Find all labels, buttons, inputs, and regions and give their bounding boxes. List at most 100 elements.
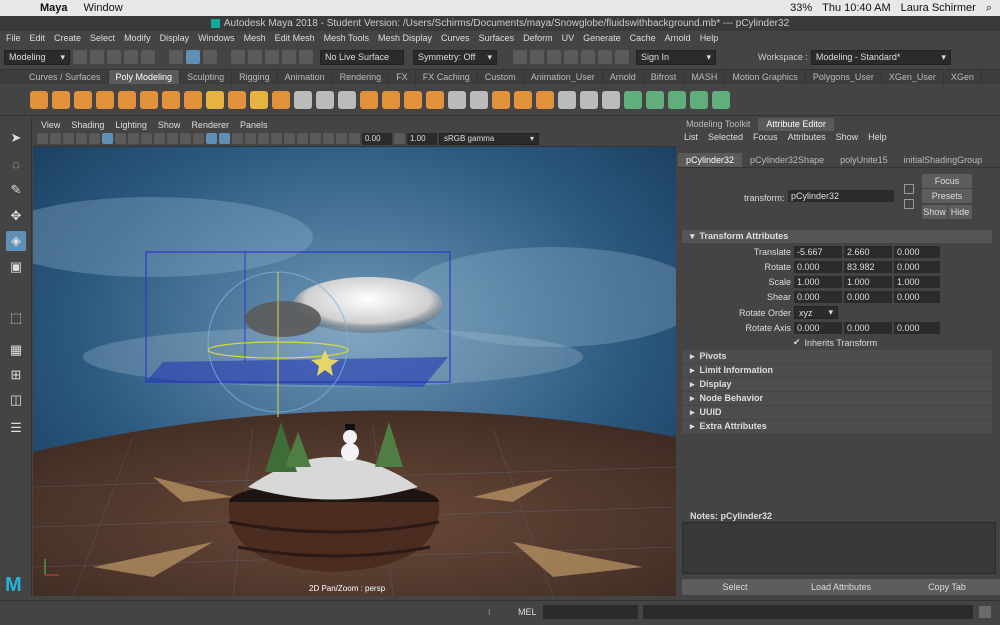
select-button[interactable]: Select [682,579,788,595]
snap-grid-icon[interactable] [231,50,245,64]
section-limit-information[interactable]: ▸ Limit Information [682,364,992,377]
shelf-tab-xgen[interactable]: XGen [944,70,982,84]
shelf-tab-poly-modeling[interactable]: Poly Modeling [108,70,181,84]
script-editor-button-icon[interactable] [979,606,991,618]
snap-surface-icon[interactable] [299,50,313,64]
menu-mesh[interactable]: Mesh [244,33,266,43]
section-display[interactable]: ▸ Display [682,378,992,391]
scale-x[interactable]: 1.000 [794,276,842,288]
node-tab-shading-group[interactable]: initialShadingGroup [896,153,991,167]
copy-tab-button[interactable]: Copy Tab [894,579,1000,595]
snowman[interactable] [341,443,359,461]
battery-percent[interactable]: 33% [790,2,812,14]
exposure-field[interactable]: 0.00 [362,132,392,145]
grease-pencil-icon[interactable] [102,133,113,144]
section-uuid[interactable]: ▸ UUID [682,406,992,419]
boolean-icon[interactable] [360,90,378,109]
rotate-x[interactable]: 0.000 [794,261,842,273]
combine-icon[interactable] [294,90,312,109]
grid-icon[interactable] [115,133,126,144]
smooth-shade-icon[interactable] [206,133,217,144]
lasso-tool-icon[interactable]: ◌ [6,154,26,174]
exposure-icon[interactable] [349,133,360,144]
node-tab-polyunite[interactable]: polyUnite15 [832,153,896,167]
search-icon[interactable]: ⌕ [986,2,992,15]
safe-action-icon[interactable] [180,133,191,144]
rotate-y[interactable]: 83.982 [844,261,892,273]
clock[interactable]: Thu 10:40 AM [822,2,891,14]
shadows-icon[interactable] [245,133,256,144]
scale-z[interactable]: 1.000 [894,276,940,288]
shelf-tab-xgen-user[interactable]: XGen_User [882,70,944,84]
select-tool-icon[interactable]: ➤ [6,128,26,148]
shelf-tab-polygons-user[interactable]: Polygons_User [806,70,882,84]
notes-textarea[interactable] [682,522,996,574]
menu-surfaces[interactable]: Surfaces [479,33,515,43]
uv-auto-icon[interactable] [690,90,708,109]
ao-icon[interactable] [258,133,269,144]
image-plane-icon[interactable] [76,133,87,144]
menu-mesh-tools[interactable]: Mesh Tools [324,33,369,43]
menu-list[interactable]: List [684,131,698,144]
shear-z[interactable]: 0.000 [894,291,940,303]
bookmark-icon[interactable] [63,133,74,144]
node-tab-shape[interactable]: pCylinder32Shape [742,153,832,167]
uv-cylindrical-icon[interactable] [646,90,664,109]
app-menu[interactable]: Maya [40,2,68,14]
render-view-icon[interactable] [581,50,595,64]
backface-icon[interactable] [336,133,347,144]
presets-button[interactable]: Presets [922,189,972,203]
translate-z[interactable]: 0.000 [894,246,940,258]
transform-name-field[interactable]: pCylinder32 [788,190,894,202]
presets-icon[interactable] [904,199,914,209]
new-scene-icon[interactable] [73,50,87,64]
command-input[interactable] [543,605,638,619]
menu-uv[interactable]: UV [562,33,575,43]
menu-edit[interactable]: Edit [30,33,46,43]
xray-icon[interactable] [310,133,321,144]
shelf-tab-arnold[interactable]: Arnold [603,70,644,84]
tab-attribute-editor[interactable]: Attribute Editor [758,118,834,131]
poly-disc-icon[interactable] [162,90,180,109]
section-node-behavior[interactable]: ▸ Node Behavior [682,392,992,405]
textured-icon[interactable] [219,133,230,144]
wireframe-icon[interactable] [193,133,204,144]
poly-cylinder-icon[interactable] [74,90,92,109]
snap-curve-icon[interactable] [248,50,262,64]
rotate-order-dropdown[interactable]: xyz ▾ [794,306,838,319]
gate-mask-icon[interactable] [154,133,165,144]
shelf-tab-fx-caching[interactable]: FX Caching [416,70,478,84]
extrude-icon[interactable] [382,90,400,109]
single-view-icon[interactable]: ▦ [6,340,26,360]
menu-attributes[interactable]: Attributes [788,131,826,144]
bake-icon[interactable] [615,50,629,64]
multi-cut-icon[interactable] [558,90,576,109]
menu-cache[interactable]: Cache [630,33,656,43]
menu-show[interactable]: Show [836,131,859,144]
edge-loop-icon[interactable] [580,90,598,109]
menu-create[interactable]: Create [54,33,81,43]
shelf-tab-rigging[interactable]: Rigging [232,70,278,84]
viewport-3d-scene[interactable]: 2D Pan/Zoom : persp [33,147,676,596]
render-settings-icon[interactable] [547,50,561,64]
save-scene-icon[interactable] [107,50,121,64]
menu-windows[interactable]: Windows [198,33,235,43]
menu-select[interactable]: Select [90,33,115,43]
menu-display[interactable]: Display [160,33,190,43]
rotate-z[interactable]: 0.000 [894,261,940,273]
uv-editor-icon[interactable] [712,90,730,109]
use-lights-icon[interactable] [232,133,243,144]
open-scene-icon[interactable] [90,50,104,64]
svg-icon[interactable] [272,90,290,109]
inherits-transform-checkbox[interactable]: ✔ [793,337,801,348]
menu-help[interactable]: Help [868,131,887,144]
rotate-axis-z[interactable]: 0.000 [894,322,940,334]
film-gate-icon[interactable] [128,133,139,144]
xray-joints-icon[interactable] [323,133,334,144]
ipr-render-icon[interactable] [530,50,544,64]
translate-y[interactable]: 2.660 [844,246,892,258]
translate-x[interactable]: -5.667 [794,246,842,258]
viewport-menu-show[interactable]: Show [158,120,181,130]
sphere-soccer-icon[interactable] [228,90,246,109]
shelf-tab-animation-user[interactable]: Animation_User [524,70,603,84]
